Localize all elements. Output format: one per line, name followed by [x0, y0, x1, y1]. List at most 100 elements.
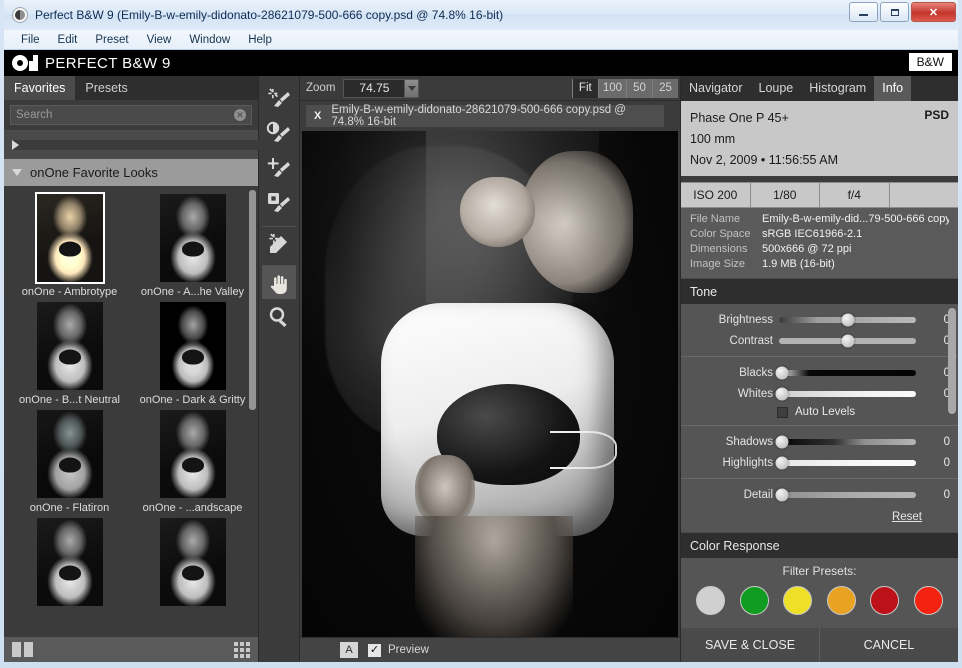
menu-item-help[interactable]: Help: [239, 30, 281, 50]
presets-scroll-area[interactable]: onOne - Ambrotype onOne - A...he Valley: [4, 186, 258, 636]
image-canvas[interactable]: [300, 127, 680, 637]
slider-row-shadows[interactable]: Shadows 0: [681, 431, 958, 452]
filter-swatch-red[interactable]: [913, 586, 943, 615]
slider-track[interactable]: [775, 387, 916, 400]
filter-swatch-green[interactable]: [739, 586, 769, 615]
close-button[interactable]: ✕: [911, 2, 956, 22]
tab-loupe[interactable]: Loupe: [751, 76, 802, 101]
clear-search-icon[interactable]: ✕: [234, 109, 246, 121]
tab-histogram[interactable]: Histogram: [801, 76, 874, 101]
zoom-100-button[interactable]: 100: [597, 78, 626, 98]
filter-swatch-yellow[interactable]: [783, 586, 813, 615]
slider-track[interactable]: [775, 435, 916, 448]
minimize-button[interactable]: [849, 2, 878, 22]
preset-thumbnail[interactable]: [159, 302, 226, 390]
preview-checkbox[interactable]: ✓: [368, 643, 381, 657]
document-tab[interactable]: X Emily-B-w-emily-didonato-28621079-500-…: [306, 104, 664, 128]
group-onone-favorite-looks[interactable]: onOne Favorite Looks: [4, 158, 258, 186]
preset-thumbnail[interactable]: [36, 302, 103, 390]
zoom-25-button[interactable]: 25: [652, 78, 678, 98]
menu-item-view[interactable]: View: [138, 30, 181, 50]
slider-track[interactable]: [775, 366, 916, 379]
two-up-view-icon[interactable]: [12, 642, 33, 657]
slider-track[interactable]: [779, 313, 916, 326]
detail-brush-tool[interactable]: [262, 152, 296, 186]
menu-item-preset[interactable]: Preset: [86, 30, 137, 50]
preset-item[interactable]: onOne - A...he Valley: [131, 194, 254, 298]
preset-thumbnail[interactable]: [36, 410, 103, 498]
slider-knob[interactable]: [841, 313, 854, 326]
slider-row-highlights[interactable]: Highlights 0: [681, 452, 958, 473]
slider-knob[interactable]: [775, 456, 789, 469]
preset-thumbnail[interactable]: [36, 518, 103, 606]
slider-value: 0: [943, 313, 950, 326]
zoom-50-button[interactable]: 50: [626, 78, 652, 98]
filter-swatch-neutral[interactable]: [696, 586, 726, 615]
masking-brush-tool[interactable]: [262, 187, 296, 221]
presets-tabs: Favorites Presets: [4, 76, 258, 100]
zoom-value-field[interactable]: 74.75: [343, 78, 406, 98]
slider-track[interactable]: [775, 488, 916, 501]
color-response-header[interactable]: Color Response: [681, 532, 958, 558]
preset-item[interactable]: onOne - Flatiron: [8, 410, 131, 514]
save-and-close-button[interactable]: SAVE & CLOSE: [681, 628, 820, 662]
filter-presets-label: Filter Presets:: [782, 564, 857, 578]
zoom-tool[interactable]: [262, 300, 296, 334]
inspector-scrollbar[interactable]: [948, 308, 956, 414]
filter-swatch-orange[interactable]: [826, 586, 856, 615]
slider-knob[interactable]: [775, 488, 789, 501]
slider-row-blacks[interactable]: Blacks 0: [681, 362, 958, 383]
slider-row-whites[interactable]: Whites 0: [681, 383, 958, 404]
slider-row-detail[interactable]: Detail 0: [681, 484, 958, 505]
search-box[interactable]: ✕: [10, 105, 252, 125]
slider-track[interactable]: [779, 334, 916, 347]
tab-favorites[interactable]: Favorites: [4, 76, 76, 100]
preset-item[interactable]: [131, 518, 254, 610]
close-document-icon[interactable]: X: [314, 110, 321, 122]
tab-navigator[interactable]: Navigator: [681, 76, 751, 101]
preview-image[interactable]: [302, 131, 678, 637]
reset-link[interactable]: Reset: [892, 511, 922, 523]
search-input[interactable]: [16, 109, 234, 121]
maximize-button[interactable]: [880, 2, 909, 22]
slider-knob[interactable]: [775, 387, 789, 400]
zoom-dropdown-icon[interactable]: [404, 78, 420, 98]
menu-item-window[interactable]: Window: [180, 30, 239, 50]
presets-scrollbar[interactable]: [249, 190, 256, 410]
slider-knob[interactable]: [775, 435, 789, 448]
group-my-favorites[interactable]: My Favorites: [4, 130, 351, 160]
preset-item[interactable]: onOne - Ambrotype: [8, 192, 131, 298]
preset-thumbnail[interactable]: [159, 518, 226, 606]
preset-item[interactable]: onOne - ...andscape: [131, 410, 254, 514]
preset-label: onOne - B...t Neutral: [19, 394, 120, 406]
grid-view-icon[interactable]: [234, 641, 250, 658]
module-badge-bw[interactable]: B&W: [908, 53, 952, 71]
filter-swatch-darkred[interactable]: [870, 586, 900, 615]
mode-a-button[interactable]: A: [340, 642, 358, 658]
cancel-button[interactable]: CANCEL: [820, 628, 958, 662]
tab-info[interactable]: Info: [874, 76, 912, 101]
exif-shutter: 1/80: [751, 183, 820, 207]
zoom-fit-button[interactable]: Fit: [571, 78, 598, 98]
tab-presets[interactable]: Presets: [75, 76, 137, 100]
preset-thumbnail[interactable]: [159, 194, 226, 282]
slider-knob[interactable]: [841, 334, 854, 347]
menu-item-file[interactable]: File: [12, 30, 49, 50]
preset-thumbnail[interactable]: [34, 192, 105, 284]
auto-levels-row[interactable]: Auto Levels: [681, 404, 958, 420]
preset-item[interactable]: onOne - Dark & Gritty: [131, 302, 254, 406]
preset-item[interactable]: [8, 518, 131, 610]
contrast-brush-tool[interactable]: [262, 117, 296, 151]
slider-row-brightness[interactable]: Brightness 0: [681, 309, 958, 330]
menu-item-edit[interactable]: Edit: [49, 30, 87, 50]
preset-item[interactable]: onOne - B...t Neutral: [8, 302, 131, 406]
preset-thumbnail[interactable]: [159, 410, 226, 498]
slider-row-contrast[interactable]: Contrast 0: [681, 330, 958, 351]
hand-tool[interactable]: [262, 265, 296, 299]
slider-knob[interactable]: [775, 366, 789, 379]
auto-levels-checkbox[interactable]: [777, 406, 788, 418]
slider-track[interactable]: [775, 456, 916, 469]
retouch-brush-tool[interactable]: [262, 82, 296, 116]
tone-section-header[interactable]: Tone: [681, 278, 958, 304]
eyedropper-tool[interactable]: [262, 226, 296, 260]
